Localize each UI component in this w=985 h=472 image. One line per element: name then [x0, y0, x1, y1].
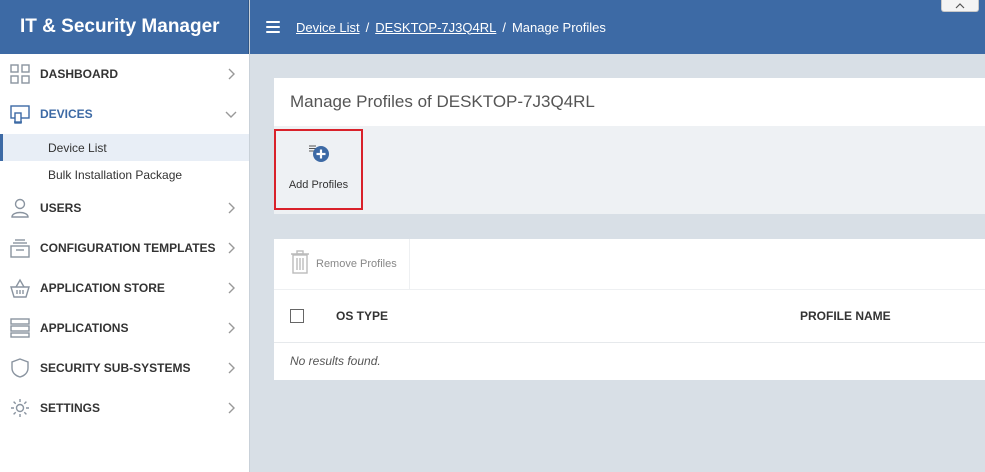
sidebar-item-configuration-templates[interactable]: CONFIGURATION TEMPLATES: [0, 228, 249, 268]
user-icon: [10, 198, 30, 218]
remove-profiles-label: Remove Profiles: [316, 258, 397, 270]
shield-icon: [10, 358, 30, 378]
chevron-right-icon: [228, 68, 235, 80]
sidebar-item-applications[interactable]: APPLICATIONS: [0, 308, 249, 348]
sidebar-item-devices[interactable]: DEVICES: [0, 94, 249, 134]
sidebar-item-label: USERS: [40, 201, 82, 215]
sidebar-item-label: APPLICATION STORE: [40, 281, 165, 295]
sidebar-item-application-store[interactable]: APPLICATION STORE: [0, 268, 249, 308]
sidebar-nav: DASHBOARD DEVICES Device List Bulk Insta…: [0, 54, 249, 428]
table-toolbar: Remove Profiles: [274, 238, 985, 290]
sidebar-item-settings[interactable]: SETTINGS: [0, 388, 249, 428]
chevron-up-icon: [955, 2, 965, 8]
breadcrumb-separator: /: [365, 19, 370, 35]
trash-icon: [290, 249, 310, 279]
breadcrumb-separator: /: [502, 19, 506, 35]
breadcrumb: Device List / DESKTOP-7J3Q4RL / Manage Profi…: [296, 20, 606, 35]
sidebar-item-label: SECURITY SUB-SYSTEMS: [40, 361, 191, 375]
applications-icon: [10, 318, 30, 338]
chevron-right-icon: [228, 362, 235, 374]
app-title: IT & Security Manager: [0, 0, 249, 54]
sidebar-item-label: SETTINGS: [40, 401, 101, 415]
add-profile-icon: [306, 143, 332, 165]
sidebar-item-label: DASHBOARD: [40, 67, 118, 81]
select-all-checkbox[interactable]: [290, 309, 304, 323]
column-header-profile-name[interactable]: PROFILE NAME: [800, 309, 891, 323]
toolbar: Add Profiles: [274, 126, 985, 214]
devices-icon: [10, 104, 30, 124]
add-profiles-label: Add Profiles: [288, 179, 349, 191]
remove-profiles-button[interactable]: Remove Profiles: [274, 238, 410, 290]
profiles-table: Remove Profiles OS TYPE PROFILE NAME No …: [274, 238, 985, 380]
sidebar-item-label: DEVICES: [40, 107, 93, 121]
chevron-down-icon: [225, 111, 237, 118]
chevron-right-icon: [228, 282, 235, 294]
chevron-right-icon: [228, 322, 235, 334]
sidebar-item-users[interactable]: USERS: [0, 188, 249, 228]
page-title: Manage Profiles of DESKTOP-7J3Q4RL: [290, 92, 595, 111]
sidebar-item-label: CONFIGURATION TEMPLATES: [40, 241, 216, 255]
chevron-right-icon: [228, 202, 235, 214]
dashboard-icon: [10, 64, 30, 84]
top-bar: Device List / DESKTOP-7J3Q4RL / Manage Profi…: [250, 0, 985, 54]
templates-icon: [10, 238, 30, 258]
chevron-right-icon: [228, 402, 235, 414]
sidebar-item-security-sub-systems[interactable]: SECURITY SUB-SYSTEMS: [0, 348, 249, 388]
sidebar-item-label: APPLICATIONS: [40, 321, 129, 335]
sidebar: IT & Security Manager DASHBOARD DEVICES …: [0, 0, 250, 472]
breadcrumb-current: Manage Profiles: [511, 19, 606, 35]
sidebar-item-dashboard[interactable]: DASHBOARD: [0, 54, 249, 94]
column-header-os-type[interactable]: OS TYPE: [336, 309, 388, 323]
chevron-right-icon: [228, 242, 235, 254]
table-header: OS TYPE PROFILE NAME: [274, 290, 985, 343]
sidebar-subitem-device-list[interactable]: Device List: [0, 134, 249, 161]
page-header: Manage Profiles of DESKTOP-7J3Q4RL: [274, 78, 985, 126]
collapse-toggle[interactable]: [941, 0, 979, 12]
sidebar-subitem-bulk-installation[interactable]: Bulk Installation Package: [0, 161, 249, 188]
breadcrumb-device[interactable]: DESKTOP-7J3Q4RL: [375, 20, 496, 35]
gear-icon: [10, 398, 30, 418]
breadcrumb-device-list[interactable]: Device List: [296, 20, 360, 35]
menu-icon[interactable]: [266, 21, 280, 33]
add-profiles-button[interactable]: Add Profiles: [274, 129, 363, 210]
basket-icon: [10, 278, 30, 298]
empty-message: No results found.: [290, 354, 381, 368]
